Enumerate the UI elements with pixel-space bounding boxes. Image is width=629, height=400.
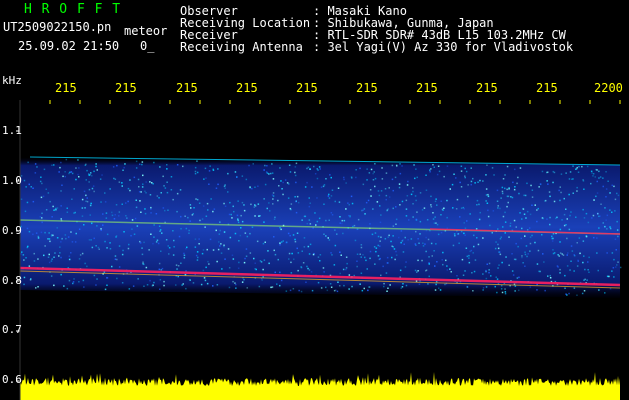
time-tick: 215 — [476, 81, 498, 95]
freq-tick: 1.1 — [2, 124, 22, 137]
filename-label: UT2509022150.pn — [3, 20, 112, 34]
time-tick: 215 — [416, 81, 438, 95]
time-tick: 2200 — [594, 81, 623, 95]
freq-tick: 0.8 — [2, 274, 22, 287]
time-tick: 215 — [176, 81, 198, 95]
time-tick: 215 — [296, 81, 318, 95]
datetime-label: 25.09.02 21:50 — [18, 39, 120, 53]
freq-tick: 0.6 — [2, 373, 22, 386]
freq-tick: 1.0 — [2, 174, 22, 187]
khz-unit-label: kHz — [2, 74, 22, 87]
waterfall-spectrogram — [16, 100, 622, 400]
time-tick: 215 — [55, 81, 77, 95]
time-tick: 215 — [115, 81, 137, 95]
time-tick: 215 — [356, 81, 378, 95]
freq-tick: 0.9 — [2, 224, 22, 237]
time-tick: 215 — [236, 81, 258, 95]
hrofft-screen: H R O F F T UT2509022150.pn meteor 25.09… — [0, 0, 629, 400]
antenna-value: : 3el Yagi(V) Az 330 for Vladivostok — [313, 40, 574, 54]
signal-level-bar — [20, 372, 620, 400]
time-tick: 215 — [536, 81, 558, 95]
freq-tick: 0.7 — [2, 323, 22, 336]
hrofft-logo: H R O F F T — [24, 2, 122, 17]
file-type-label: meteor — [124, 24, 168, 38]
frame-index-label: 0_ — [140, 39, 155, 53]
antenna-label: Receiving Antenna — [180, 40, 303, 54]
